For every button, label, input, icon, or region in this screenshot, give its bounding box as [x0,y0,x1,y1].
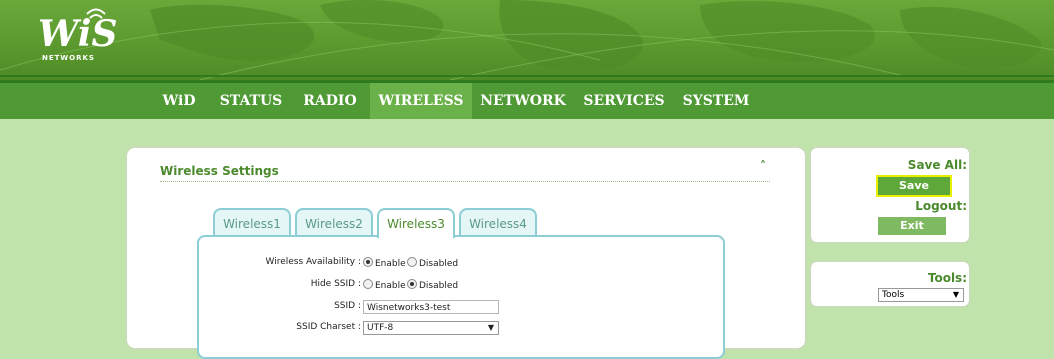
tools-box: Tools: Tools ▼ [809,260,971,308]
tab-wireless2[interactable]: Wireless2 [295,208,373,236]
dropdown-arrow-icon: ▼ [487,323,494,332]
availability-disable-label: Disabled [419,259,459,269]
tools-select-value: Tools [882,290,905,300]
world-map-background [0,0,1054,80]
panel-title: Wireless Settings [160,164,279,178]
nav-item-radio[interactable]: RADIO [297,83,363,119]
hide-ssid-disable-radio[interactable] [407,279,417,289]
exit-button[interactable]: Exit [878,217,946,235]
ssid-charset-value: UTF-8 [367,323,394,333]
nav-item-network[interactable]: NETWORK [478,83,568,119]
ssid-input[interactable]: Wisnetworks3-test [363,300,499,314]
save-button[interactable]: Save [878,177,950,195]
main-nav: WiD STATUS RADIO WIRELESS NETWORK SERVIC… [0,80,1054,119]
tools-label: Tools: [927,271,967,285]
ssid-label: SSID : [334,301,361,311]
hide-ssid-enable-label: Enable [375,281,406,291]
ssid-charset-row: SSID Charset : UTF-8 ▼ [199,321,719,337]
availability-enable-option[interactable]: Enable [363,257,406,269]
hide-ssid-row: Hide SSID : Enable Disabled [199,279,719,293]
nav-item-services[interactable]: SERVICES [580,83,668,119]
hide-ssid-disable-option[interactable]: Disabled [407,279,458,291]
save-all-label: Save All: [907,158,967,172]
ssid-row: SSID : Wisnetworks3-test [199,300,719,316]
hide-ssid-disable-label: Disabled [419,281,459,291]
wifi-logo-icon: WiS NETWORKS [38,8,117,62]
dropdown-arrow-icon: ▼ [952,290,959,299]
nav-item-system[interactable]: SYSTEM [678,83,754,119]
chevron-up-icon[interactable]: ˄ [760,159,766,173]
availability-enable-label: Enable [375,259,406,269]
hide-ssid-enable-option[interactable]: Enable [363,279,406,291]
ssid-charset-label: SSID Charset : [296,322,361,332]
brand-logo[interactable]: WiS NETWORKS [38,6,120,64]
availability-disable-option[interactable]: Disabled [407,257,458,269]
nav-item-status[interactable]: STATUS [213,83,289,119]
panel-divider [160,181,770,182]
header-banner: WiS NETWORKS [0,0,1054,80]
hide-ssid-label: Hide SSID : [310,279,361,289]
availability-label: Wireless Availability : [265,257,361,267]
logout-label: Logout: [915,199,967,213]
tab-wireless3[interactable]: Wireless3 [377,208,455,238]
svg-text:NETWORKS: NETWORKS [42,54,95,62]
availability-disable-radio[interactable] [407,257,417,267]
save-logout-box: Save All: Save Logout: Exit [809,146,971,244]
ssid-charset-select[interactable]: UTF-8 ▼ [363,321,499,335]
availability-enable-radio[interactable] [363,257,373,267]
nav-item-wireless[interactable]: WIRELESS [370,83,472,119]
tab-content: Wireless Availability : Enable Disabled … [197,235,725,359]
tab-wireless1[interactable]: Wireless1 [213,208,291,236]
tools-select[interactable]: Tools ▼ [878,288,964,302]
hide-ssid-enable-radio[interactable] [363,279,373,289]
wireless-settings-panel: Wireless Settings ˄ Wireless1 Wireless2 … [125,146,807,359]
svg-text:WiS: WiS [38,13,117,55]
tab-wireless4[interactable]: Wireless4 [459,208,537,236]
availability-row: Wireless Availability : Enable Disabled [199,257,719,271]
nav-item-wid[interactable]: WiD [152,83,206,119]
